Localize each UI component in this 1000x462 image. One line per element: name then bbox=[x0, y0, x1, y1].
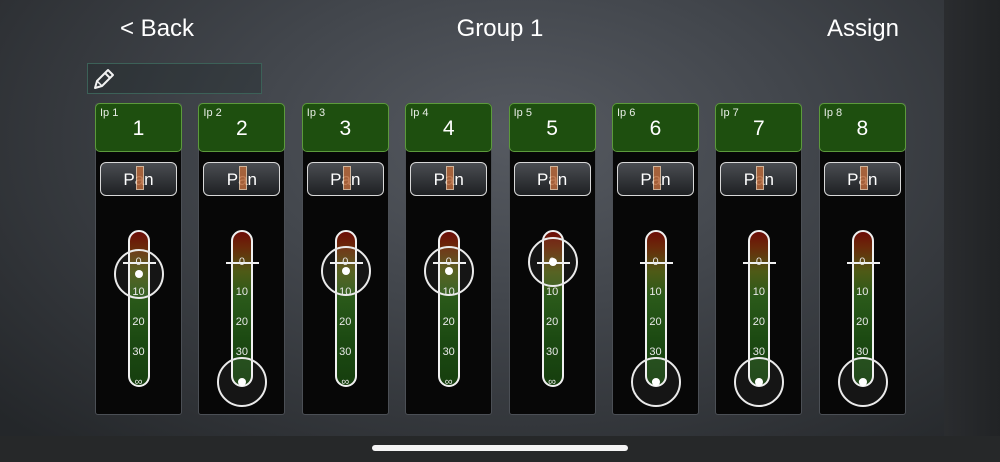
channel-header-button[interactable]: Ip 33 bbox=[301, 103, 389, 152]
mixer-screen: < Back Group 1 Assign Ip 11Pan0102030∞Ip… bbox=[0, 0, 1000, 462]
pan-button[interactable]: Pan bbox=[823, 162, 901, 196]
fader-knob[interactable] bbox=[424, 246, 475, 296]
fader-knob-dot bbox=[548, 258, 557, 266]
fader-scale-tick: 20 bbox=[856, 316, 869, 328]
fader-knob[interactable] bbox=[527, 237, 578, 287]
fader-scale-tick: 20 bbox=[649, 316, 662, 328]
home-indicator[interactable] bbox=[372, 445, 628, 451]
channel-number: 3 bbox=[339, 117, 352, 140]
pan-position-indicator bbox=[446, 166, 455, 190]
pan-position-indicator bbox=[756, 166, 765, 190]
fader-scale-tick: 0 bbox=[238, 256, 245, 268]
channel-strip: Ip 55Pan0102030∞ bbox=[508, 103, 596, 415]
fader-knob[interactable] bbox=[837, 357, 888, 407]
pan-position-indicator bbox=[549, 166, 558, 190]
fader-scale-tick: 10 bbox=[856, 286, 869, 298]
fader-scale-tick: 20 bbox=[442, 316, 455, 328]
fader-scale-tick: 30 bbox=[339, 346, 352, 358]
fader-scale-tick: 10 bbox=[545, 286, 559, 298]
fader-scale-tick: 10 bbox=[752, 286, 766, 298]
channel-strip: Ip 66Pan0102030∞ bbox=[612, 103, 699, 415]
fader-knob[interactable] bbox=[320, 246, 371, 296]
channel-number: 7 bbox=[753, 117, 765, 140]
fader-scale-tick: ∞ bbox=[444, 376, 453, 388]
fader-scale-tick: 0 bbox=[859, 256, 866, 268]
fader-scale-tick: 30 bbox=[132, 346, 145, 358]
channel-header-button[interactable]: Ip 44 bbox=[405, 103, 493, 152]
channel-strips: Ip 11Pan0102030∞Ip 22Pan0102030∞Ip 33Pan… bbox=[0, 0, 944, 436]
channel-number: 4 bbox=[442, 117, 455, 140]
channel-strip: Ip 11Pan0102030∞ bbox=[95, 103, 182, 415]
fader-scale-tick: 10 bbox=[649, 286, 662, 298]
channel-number: 8 bbox=[856, 117, 869, 140]
pan-position-indicator bbox=[136, 166, 144, 190]
fader-scale-tick: ∞ bbox=[134, 376, 143, 388]
channel-strip: Ip 88Pan0102030∞ bbox=[818, 103, 906, 415]
fader-scale-tick: 0 bbox=[652, 256, 659, 268]
fader-scale-tick: 30 bbox=[442, 346, 455, 358]
fader-scale-tick: ∞ bbox=[341, 376, 350, 388]
fader-knob-dot bbox=[135, 270, 143, 278]
fader-knob[interactable] bbox=[217, 357, 268, 407]
channel-header-button[interactable]: Ip 88 bbox=[818, 103, 906, 152]
pan-position-indicator bbox=[239, 166, 248, 190]
channel-header-button[interactable]: Ip 11 bbox=[95, 103, 182, 152]
fader-knob-dot bbox=[858, 378, 867, 386]
pan-position-indicator bbox=[342, 166, 351, 190]
fader-knob[interactable] bbox=[734, 357, 785, 407]
channel-number: 5 bbox=[546, 117, 558, 140]
fader-knob[interactable] bbox=[631, 357, 681, 407]
channel-number: 1 bbox=[132, 117, 145, 140]
channel-header-button[interactable]: Ip 66 bbox=[612, 103, 699, 152]
pan-button[interactable]: Pan bbox=[617, 162, 694, 196]
fader-knob-dot bbox=[238, 378, 247, 386]
pan-button[interactable]: Pan bbox=[100, 162, 177, 196]
channel-strip: Ip 22Pan0102030∞ bbox=[198, 103, 286, 415]
fader-scale-tick: 20 bbox=[752, 316, 766, 328]
fader-scale-tick: 20 bbox=[339, 316, 352, 328]
fader-scale-tick: 20 bbox=[132, 316, 145, 328]
fader-knob-dot bbox=[755, 378, 764, 386]
channel-strip: Ip 44Pan0102030∞ bbox=[405, 103, 493, 415]
channel-header-button[interactable]: Ip 22 bbox=[198, 103, 286, 152]
channel-number: 2 bbox=[236, 117, 248, 140]
channel-header-button[interactable]: Ip 55 bbox=[508, 103, 596, 152]
fader-scale-tick: 10 bbox=[235, 286, 249, 298]
pan-position-indicator bbox=[859, 166, 868, 190]
fader-scale-tick: 30 bbox=[545, 346, 559, 358]
pan-button[interactable]: Pan bbox=[513, 162, 591, 196]
pan-button[interactable]: Pan bbox=[306, 162, 384, 196]
channel-header-button[interactable]: Ip 77 bbox=[715, 103, 803, 152]
pan-button[interactable]: Pan bbox=[203, 162, 281, 196]
channel-strip: Ip 33Pan0102030∞ bbox=[301, 103, 389, 415]
right-edge-panel bbox=[944, 0, 1000, 436]
fader-scale-tick: 20 bbox=[545, 316, 559, 328]
fader-knob[interactable] bbox=[114, 249, 164, 299]
fader-scale-tick: ∞ bbox=[548, 376, 557, 388]
fader-knob-dot bbox=[652, 378, 660, 386]
fader-scale-tick: 0 bbox=[755, 256, 762, 268]
fader-knob-dot bbox=[341, 267, 350, 275]
channel-strip: Ip 77Pan0102030∞ bbox=[715, 103, 803, 415]
channel-number: 6 bbox=[649, 117, 662, 140]
pan-button[interactable]: Pan bbox=[720, 162, 798, 196]
pan-button[interactable]: Pan bbox=[410, 162, 488, 196]
pan-position-indicator bbox=[653, 166, 661, 190]
fader-knob-dot bbox=[445, 267, 454, 275]
fader-scale-tick: 20 bbox=[235, 316, 249, 328]
